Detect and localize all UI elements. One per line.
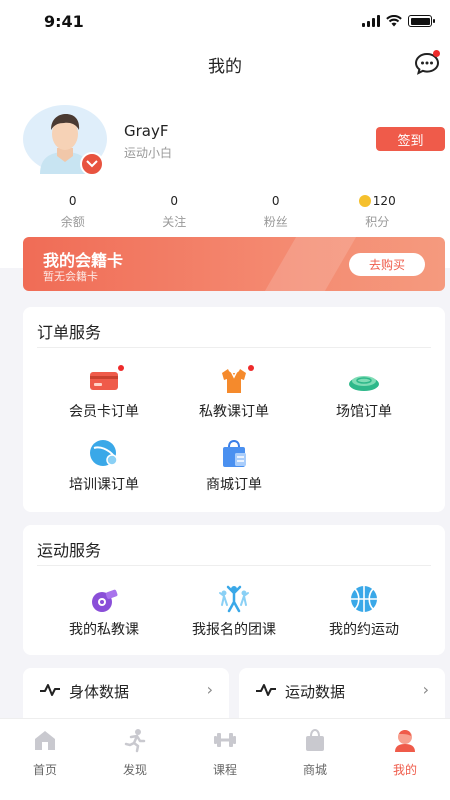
avatar-dropdown-badge[interactable] [80, 152, 104, 176]
tab-label: 首页 [32, 763, 57, 777]
member-card-banner[interactable]: 我的会籍卡 暂无会籍卡 去购买 [23, 237, 445, 291]
tab-label: 我的 [392, 763, 417, 777]
order-services-card: 订单服务 会员卡订单 私教课订单 场馆订单 培训课订单 商城订单 [23, 307, 445, 512]
member-card-subtitle: 暂无会籍卡 [43, 270, 98, 283]
stat-value: 120 [372, 194, 396, 208]
chevron-right-icon: › [206, 680, 213, 699]
home-icon [35, 731, 55, 750]
signal-icon [362, 15, 380, 27]
order-item-private-class[interactable]: 私教课订单 [169, 365, 299, 421]
section-title: 订单服务 [37, 323, 102, 342]
order-item-label: 培训课订单 [69, 477, 139, 493]
sport-item-label: 我报名的团课 [192, 622, 276, 638]
tab-home[interactable]: 首页 [0, 719, 90, 800]
stat-points[interactable]: 120 积分 [327, 192, 429, 232]
stat-label: 余额 [60, 215, 85, 229]
divider [37, 347, 431, 348]
shop-bag-icon [218, 438, 250, 470]
message-button[interactable] [412, 48, 442, 78]
stat-followers[interactable]: 0 粉丝 [225, 192, 327, 232]
tab-mine[interactable]: 我的 [360, 719, 450, 800]
sport-item-label: 我的约运动 [329, 622, 399, 638]
stat-value: 0 [68, 194, 77, 208]
tab-courses[interactable]: 课程 [180, 719, 270, 800]
order-badge [248, 365, 254, 371]
status-icons [362, 15, 435, 27]
section-title: 运动服务 [37, 541, 102, 560]
stats-row: 0 余额 0 关注 0 粉丝 120 积分 [22, 192, 428, 232]
stat-value-wrap: 120 [327, 192, 429, 210]
tab-label: 发现 [122, 763, 147, 777]
page-title: 我的 [208, 57, 242, 77]
training-icon [88, 438, 120, 470]
order-item-label: 私教课订单 [199, 404, 269, 420]
order-item-training[interactable]: 培训课订单 [39, 438, 169, 494]
sport-item-private-class[interactable]: 我的私教课 [39, 583, 169, 639]
battery-icon [408, 15, 435, 27]
basketball-icon [348, 583, 380, 615]
tab-shop[interactable]: 商城 [270, 719, 360, 800]
wifi-icon [386, 15, 402, 27]
pulse-icon [40, 684, 60, 696]
order-badge [118, 365, 124, 371]
coin-icon [358, 195, 371, 207]
pulse-icon [256, 684, 276, 696]
nav-bar: 我的 [0, 44, 450, 84]
data-card-title: 运动数据 [285, 683, 346, 701]
chevron-down-icon [86, 160, 98, 168]
shirt-icon [218, 365, 254, 397]
bag-icon [306, 728, 324, 751]
status-bar: 9:41 [0, 0, 450, 44]
order-item-label: 会员卡订单 [69, 404, 139, 420]
sport-item-appointment[interactable]: 我的约运动 [299, 583, 429, 639]
stat-label: 积分 [365, 215, 390, 229]
user-level: 运动小白 [124, 146, 173, 160]
order-item-membership[interactable]: 会员卡订单 [39, 365, 169, 421]
divider [37, 565, 431, 566]
user-name: GrayF [124, 122, 169, 140]
order-item-label: 商城订单 [206, 477, 262, 493]
group-icon [218, 583, 250, 615]
order-item-shop[interactable]: 商城订单 [169, 438, 299, 494]
data-card-title: 身体数据 [69, 683, 130, 701]
tab-discover[interactable]: 发现 [90, 719, 180, 800]
card-icon [88, 365, 124, 397]
runner-icon [124, 729, 146, 753]
stat-value: 0 [271, 194, 280, 208]
stat-label: 关注 [162, 215, 187, 229]
stat-following[interactable]: 0 关注 [124, 192, 226, 232]
tab-label: 课程 [212, 763, 237, 777]
status-time: 9:41 [44, 12, 84, 31]
order-item-label: 场馆订单 [336, 404, 392, 420]
buy-button[interactable]: 去购买 [349, 253, 425, 276]
whistle-icon [88, 583, 120, 615]
order-item-venue[interactable]: 场馆订单 [299, 365, 429, 421]
venue-icon [348, 365, 380, 397]
chevron-right-icon: › [422, 680, 429, 699]
profile-icon [395, 730, 415, 752]
stat-balance[interactable]: 0 余额 [22, 192, 124, 232]
stat-value: 0 [170, 194, 179, 208]
signin-button[interactable]: 签到 [376, 127, 445, 151]
message-badge [433, 50, 440, 57]
tab-label: 商城 [302, 763, 327, 777]
dumbbell-icon [214, 733, 236, 747]
tab-bar: 首页 发现 课程 商城 我的 [0, 718, 450, 800]
sport-item-label: 我的私教课 [69, 622, 139, 638]
stat-label: 粉丝 [263, 215, 288, 229]
sport-services-card: 运动服务 我的私教课 我报名的团课 我的约运动 [23, 525, 445, 655]
sport-item-group-class[interactable]: 我报名的团课 [169, 583, 299, 639]
